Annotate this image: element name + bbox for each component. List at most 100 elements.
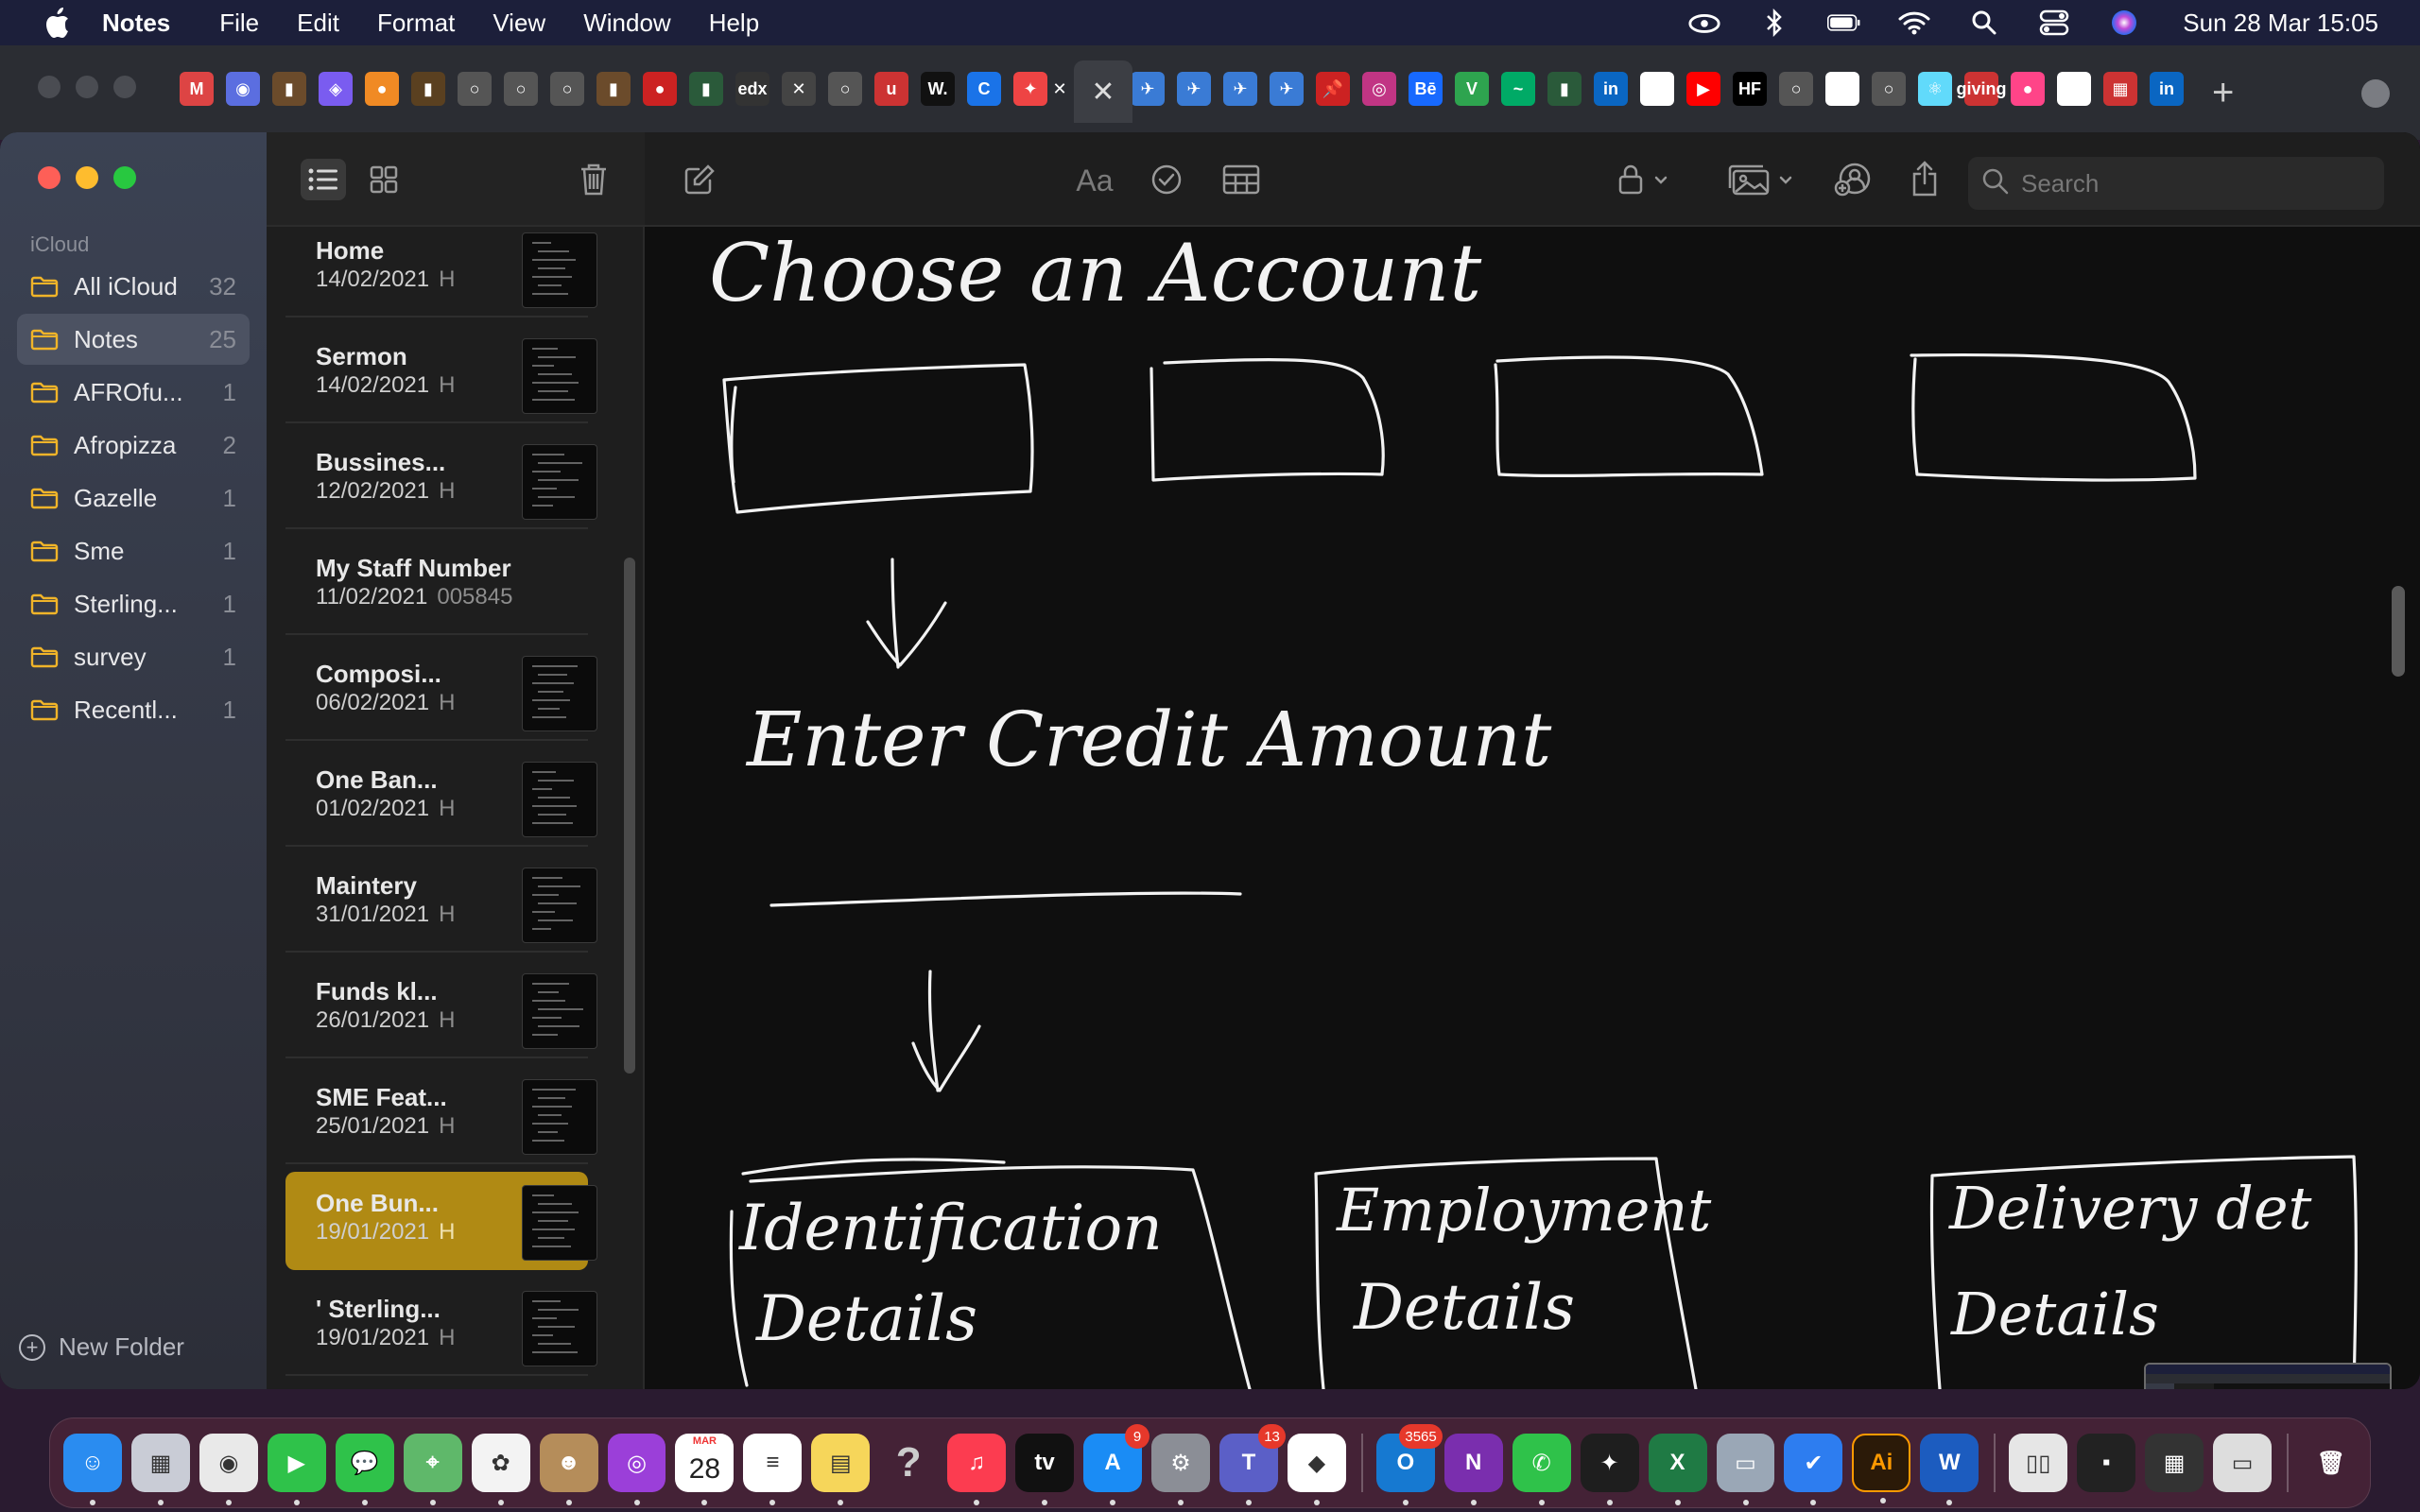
gallery-view-icon[interactable] <box>361 159 406 200</box>
tab-favicon-icon[interactable]: ▮ <box>596 72 631 106</box>
dock-whatsapp-icon[interactable]: ✆ <box>1512 1434 1571 1505</box>
tab-favicon-icon[interactable]: ○ <box>1872 72 1906 106</box>
menu-format[interactable]: Format <box>377 9 455 38</box>
tab-favicon-icon[interactable]: G <box>1640 72 1674 106</box>
bluetooth-icon[interactable] <box>1757 9 1791 37</box>
dock-word-icon[interactable]: W <box>1920 1434 1979 1505</box>
dock-calendar-icon[interactable]: MAR 28 <box>675 1434 735 1505</box>
table-icon[interactable] <box>1216 157 1267 202</box>
dock-facetime-icon[interactable]: ▶ <box>267 1434 326 1505</box>
dock-tasks-icon[interactable]: ✔ <box>1784 1434 1843 1505</box>
dock-launchpad-icon[interactable]: ▦ <box>130 1434 190 1505</box>
lock-note-icon[interactable] <box>1611 157 1679 202</box>
sidebar-folder[interactable]: survey 1 <box>17 631 250 682</box>
note-list-item[interactable]: Maintery 31/01/2021 H <box>285 854 597 953</box>
sidebar-folder[interactable]: Sme 1 <box>17 525 250 576</box>
dock-maps-icon[interactable]: ⌖ <box>403 1434 462 1505</box>
editor-scrollbar[interactable] <box>2392 586 2405 677</box>
sidebar-folder[interactable]: Sterling... 1 <box>17 578 250 629</box>
dock-notes-icon[interactable]: ▤ <box>811 1434 871 1505</box>
tab-favicon-icon[interactable]: giving <box>1957 72 2007 106</box>
dock-recent-1-icon[interactable]: ▯▯ <box>2009 1434 2068 1492</box>
close-window-button[interactable] <box>38 166 60 189</box>
tab-favicon-icon[interactable]: ▮ <box>689 72 723 106</box>
tab-favicon-icon[interactable]: edx <box>735 72 769 106</box>
note-list-item[interactable]: Funds kl... 26/01/2021 H <box>285 960 597 1058</box>
dock-preview-icon[interactable]: ▭ <box>1716 1434 1775 1505</box>
spotlight-search-icon[interactable] <box>1967 9 2001 37</box>
collaborate-icon[interactable] <box>1828 157 1879 202</box>
tab-favicon-icon[interactable]: ▮ <box>411 72 445 106</box>
tab-favicon-icon[interactable]: ○ <box>828 72 862 106</box>
dock-reminders-icon[interactable]: ≡ <box>743 1434 803 1505</box>
dock-excel-icon[interactable]: X <box>1648 1434 1707 1505</box>
wifi-icon[interactable] <box>1897 9 1931 37</box>
tab-favicon-icon[interactable]: G <box>2057 72 2091 106</box>
dock-recent-4-icon[interactable]: ▭ <box>2213 1434 2272 1492</box>
active-tab-close-icon[interactable]: ✕ <box>1074 60 1132 123</box>
tab-favicon-icon[interactable]: ◎ <box>1362 72 1396 106</box>
search-input[interactable] <box>2021 168 2361 198</box>
tab-favicon-icon[interactable]: M <box>180 72 214 106</box>
menu-file[interactable]: File <box>219 9 259 38</box>
tab-menu-button[interactable] <box>2361 79 2390 108</box>
tab-favicon-icon[interactable]: ▮ <box>272 72 306 106</box>
tab-favicon-icon[interactable]: ○ <box>1779 72 1813 106</box>
tab-favicon-icon[interactable]: in <box>1594 72 1628 106</box>
screenshot-preview-thumbnail[interactable] <box>2144 1363 2392 1389</box>
dock-recent-2-icon[interactable]: ▪ <box>2077 1434 2136 1492</box>
dock-app-store-icon[interactable]: A9 <box>1083 1424 1150 1505</box>
tab-favicon-icon[interactable]: ✈ <box>1131 72 1165 106</box>
handwriting-canvas[interactable]: Choose an Account Enter Credit Amount Id… <box>645 227 2394 1389</box>
sidebar-folder[interactable]: Afropizza 2 <box>17 420 250 471</box>
tab-favicon-icon[interactable]: Bē <box>1409 72 1443 106</box>
tab-favicon-icon[interactable]: ▶ <box>1686 72 1720 106</box>
checklist-icon[interactable] <box>1144 157 1189 202</box>
tab-favicon-icon[interactable]: V <box>1455 72 1489 106</box>
creative-cloud-icon[interactable] <box>1687 9 1721 37</box>
tab-favicon-icon[interactable]: ◈ <box>319 72 353 106</box>
dock-recent-3-icon[interactable]: ▦ <box>2145 1434 2204 1492</box>
tab-favicon-icon[interactable]: ✈ <box>1270 72 1304 106</box>
dock-affinity-icon[interactable]: ◆ <box>1287 1434 1346 1505</box>
tab-favicon-icon[interactable]: ✕ <box>782 72 816 106</box>
delete-note-trash-icon[interactable] <box>571 157 616 202</box>
new-tab-button[interactable]: + <box>2212 72 2234 114</box>
tab-favicon-icon[interactable]: ✈ <box>1177 72 1211 106</box>
dock-onenote-icon[interactable]: N <box>1443 1434 1503 1505</box>
tab-favicon-icon[interactable]: ○ <box>458 72 492 106</box>
tab-favicon-icon[interactable]: ◉ <box>226 72 260 106</box>
minimize-window-button[interactable] <box>76 166 98 189</box>
tab-favicon-icon[interactable]: ○ <box>504 72 538 106</box>
tab-favicon-icon[interactable]: G <box>1825 72 1859 106</box>
search-field[interactable] <box>1968 157 2384 210</box>
sidebar-folder[interactable]: AFROfu... 1 <box>17 367 250 418</box>
note-list-item[interactable]: One Ban... 01/02/2021 H <box>285 748 597 847</box>
sidebar-folder[interactable]: Notes 25 <box>17 314 250 365</box>
tab-favicon-icon[interactable]: C <box>967 72 1001 106</box>
tab-favicon-icon[interactable]: ○ <box>550 72 584 106</box>
note-list-item[interactable]: My Staff Number 11/02/2021 005845 <box>285 537 588 635</box>
new-folder-button[interactable]: + New Folder <box>19 1332 184 1362</box>
sidebar-folder[interactable]: Recentl... 1 <box>17 684 250 735</box>
dock-outlook-icon[interactable]: O 3565 <box>1375 1424 1443 1505</box>
list-view-icon[interactable] <box>301 159 346 200</box>
dock-chrome-icon[interactable]: ◉ <box>199 1434 258 1505</box>
tab-favicon-icon[interactable]: W. <box>921 72 955 106</box>
note-list-item[interactable]: Sermon 14/02/2021 H <box>285 325 597 423</box>
dock-figma-icon[interactable]: ✦ <box>1580 1434 1639 1505</box>
note-list-scrollbar[interactable] <box>624 558 635 1074</box>
dock-teams-icon[interactable]: T 13 <box>1219 1424 1286 1505</box>
dock-photos-icon[interactable]: ✿ <box>471 1434 530 1505</box>
sidebar-folder[interactable]: Gazelle 1 <box>17 472 250 524</box>
tab-favicon-icon[interactable]: ▦ <box>2103 72 2137 106</box>
dock-messages-icon[interactable]: 💬 <box>335 1434 394 1505</box>
menu-app-name[interactable]: Notes <box>102 9 170 38</box>
dock-system-preferences-icon[interactable]: ⚙ <box>1151 1434 1210 1505</box>
note-list-item[interactable]: One Bun... 19/01/2021 H <box>285 1172 597 1270</box>
menu-view[interactable]: View <box>493 9 545 38</box>
note-list-item[interactable]: Bussines... 12/02/2021 H <box>285 431 597 529</box>
siri-icon[interactable] <box>2107 9 2141 37</box>
menu-help[interactable]: Help <box>709 9 759 38</box>
menu-clock[interactable]: Sun 28 Mar 15:05 <box>2183 9 2378 38</box>
